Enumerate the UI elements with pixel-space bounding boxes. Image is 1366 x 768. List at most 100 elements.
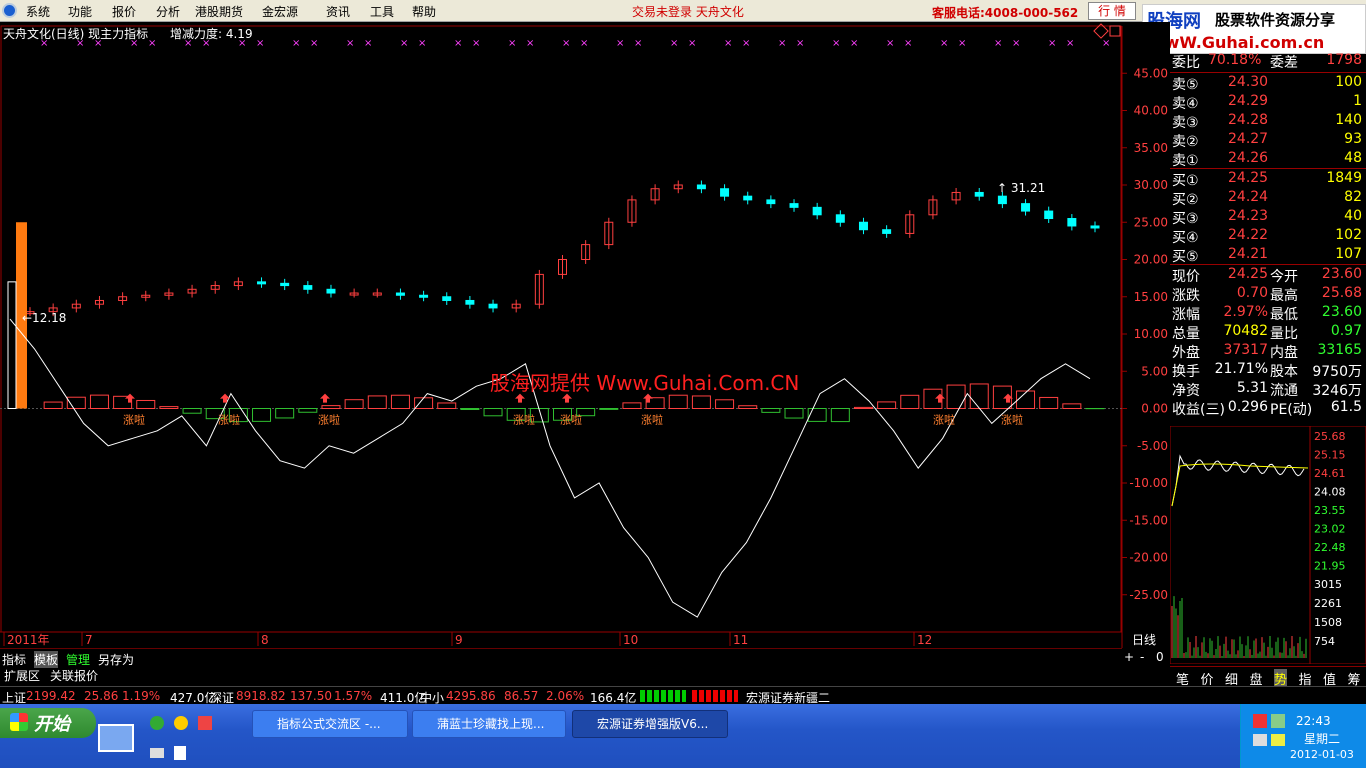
quicklaunch-ie-icon[interactable] [150, 716, 164, 730]
buy-label: 买⑤ [1172, 249, 1199, 265]
buy-price: 24.22 [1228, 227, 1269, 243]
zx-pct: 2.06% [546, 689, 585, 703]
task-collection[interactable]: 蒲蓝士珍藏找上现... [412, 710, 566, 738]
clock-time[interactable]: 22:43 [1296, 714, 1331, 728]
index-ticker: 上证 2199.42 25.86 1.19% 427.0亿 深证 8918.82… [0, 686, 1366, 705]
buy-price: 24.25 [1228, 170, 1269, 186]
signal-marker: × [472, 38, 480, 49]
sell-label: 卖⑤ [1172, 77, 1199, 93]
tab-ext-extension[interactable]: 扩展区 [4, 667, 40, 684]
stat-row: 涨幅 2.97% 最低 23.60 [1170, 304, 1366, 323]
zoom-out-button[interactable]: - [1140, 650, 1144, 664]
signal-marker: × [1048, 38, 1056, 49]
buy-volume: 82 [1344, 189, 1362, 205]
candle-body [1044, 210, 1054, 220]
clock-weekday: 星期二 [1304, 732, 1341, 746]
menu-system[interactable]: 系统 [26, 3, 50, 20]
buy-price: 24.24 [1228, 189, 1269, 205]
stat-value: 24.25 [1227, 266, 1268, 282]
keyboard-icon[interactable] [150, 748, 164, 758]
quote-button[interactable]: 行 情 [1088, 2, 1136, 20]
sell-row: 卖⑤ 24.30 100 [1170, 74, 1366, 93]
login-status: 交易未登录 天舟文化 [632, 5, 744, 19]
mini-price-tick: 24.61 [1314, 467, 1346, 480]
menu-tools[interactable]: 工具 [370, 3, 394, 20]
axis-tick-label: -25.00 [1129, 588, 1168, 602]
signal-marker: × [724, 38, 732, 49]
signal-marker: × [256, 38, 264, 49]
candle-body [465, 299, 475, 305]
signal-marker: × [904, 38, 912, 49]
sell-volume: 93 [1344, 131, 1362, 147]
tab-ext-linked-quote[interactable]: 关联报价 [50, 667, 98, 684]
stat-row: 涨跌 0.70 最高 25.68 [1170, 285, 1366, 304]
axis-tick-label: 20.00 [1134, 253, 1168, 267]
task-hongyuan[interactable]: 宏源证券增强版V6... [572, 710, 728, 738]
signal-label: 涨啦 [933, 412, 955, 426]
date-tick-label: 2011年 [7, 633, 50, 647]
stat-value-2: 3246万 [1312, 383, 1362, 399]
sell-row: 卖① 24.26 48 [1170, 150, 1366, 169]
mini-price-tick: 23.02 [1314, 523, 1346, 536]
start-button[interactable]: 开始 [0, 708, 96, 738]
menu-help[interactable]: 帮助 [412, 3, 436, 20]
stat-value: 0.70 [1236, 285, 1268, 301]
stat-label-2: 最低 [1270, 307, 1298, 323]
menu-function[interactable]: 功能 [68, 3, 92, 20]
candle-body [812, 206, 822, 216]
quicklaunch-messenger-icon[interactable] [174, 716, 188, 730]
signal-marker: × [742, 38, 750, 49]
stat-value-2: 0.97 [1330, 323, 1362, 339]
axis-tick-label: -20.00 [1129, 551, 1168, 565]
task-formula-forum[interactable]: 指标公式交流区 -... [252, 710, 408, 738]
axis-tick-label: -5.00 [1137, 439, 1168, 453]
kline-chart[interactable]: 45.00 40.00 35.00 30.00 25.00 20.00 15.00 10.00… [0, 22, 1170, 648]
stat-label: 外盘 [1172, 345, 1200, 361]
mini-price-tick: 25.68 [1314, 430, 1346, 443]
menu-jinhongyuan[interactable]: 金宏源 [262, 3, 298, 20]
axis-tick-label: 30.00 [1134, 178, 1168, 192]
menu-news[interactable]: 资讯 [326, 3, 350, 20]
app-icon[interactable] [2, 3, 17, 18]
sell-price: 24.30 [1228, 74, 1269, 90]
desktop-icon[interactable] [98, 724, 134, 752]
sell-price: 24.29 [1228, 93, 1269, 109]
tray-display-icon[interactable] [1253, 734, 1267, 746]
menu-hk-futures[interactable]: 港股期货 [195, 3, 243, 20]
stat-value: 70482 [1223, 323, 1268, 339]
weicha-value: 1798 [1326, 52, 1362, 68]
axis-tick-label: -10.00 [1129, 476, 1168, 490]
help-icon[interactable] [174, 746, 186, 760]
date-tick-label: 8 [261, 633, 269, 647]
sh-change: 25.86 [84, 689, 119, 703]
axis-tick-label: 35.00 [1134, 141, 1168, 155]
stat-value: 37317 [1223, 342, 1268, 358]
task-hongyuan-label: 宏源证券增强版V6... [597, 717, 709, 731]
mini-price-tick: 21.95 [1314, 560, 1346, 573]
sell-label: 卖① [1172, 153, 1199, 169]
axis-tick-label: 5.00 [1141, 364, 1168, 378]
stat-row: 现价 24.25 今开 23.60 [1170, 266, 1366, 285]
tray-app-icon[interactable] [1271, 714, 1285, 728]
quote-divider-1 [1170, 72, 1366, 73]
zoom-in-button[interactable]: + [1124, 650, 1134, 664]
menu-quote[interactable]: 报价 [112, 3, 136, 20]
candle-body [1067, 218, 1077, 227]
quicklaunch-app-icon[interactable] [198, 716, 212, 730]
menu-analysis[interactable]: 分析 [156, 3, 180, 20]
tray-network-icon[interactable] [1253, 714, 1267, 728]
signal-marker: × [526, 38, 534, 49]
site-logo: 股海网 股票软件资源分享 WwW.Guhai.com.cn [1142, 4, 1366, 54]
zoom-reset-button[interactable]: 0 [1156, 650, 1164, 664]
candle-body [303, 285, 313, 290]
mini-volume-tick: 2261 [1314, 597, 1342, 610]
axis-tick-label: 25.00 [1134, 215, 1168, 229]
signal-marker: × [778, 38, 786, 49]
indicator-value: 增减力度: 4.19 [170, 27, 253, 41]
tray-shield-icon[interactable] [1271, 734, 1285, 746]
intraday-mini-chart[interactable]: 25.68 25.15 24.61 24.08 23.55 23.02 22.48 21.95… [1170, 426, 1366, 664]
candle-body [395, 292, 405, 296]
signal-label: 涨啦 [123, 412, 145, 426]
signal-marker: × [1102, 38, 1110, 49]
extension-tabs: 扩展区 关联报价 [0, 666, 1122, 684]
